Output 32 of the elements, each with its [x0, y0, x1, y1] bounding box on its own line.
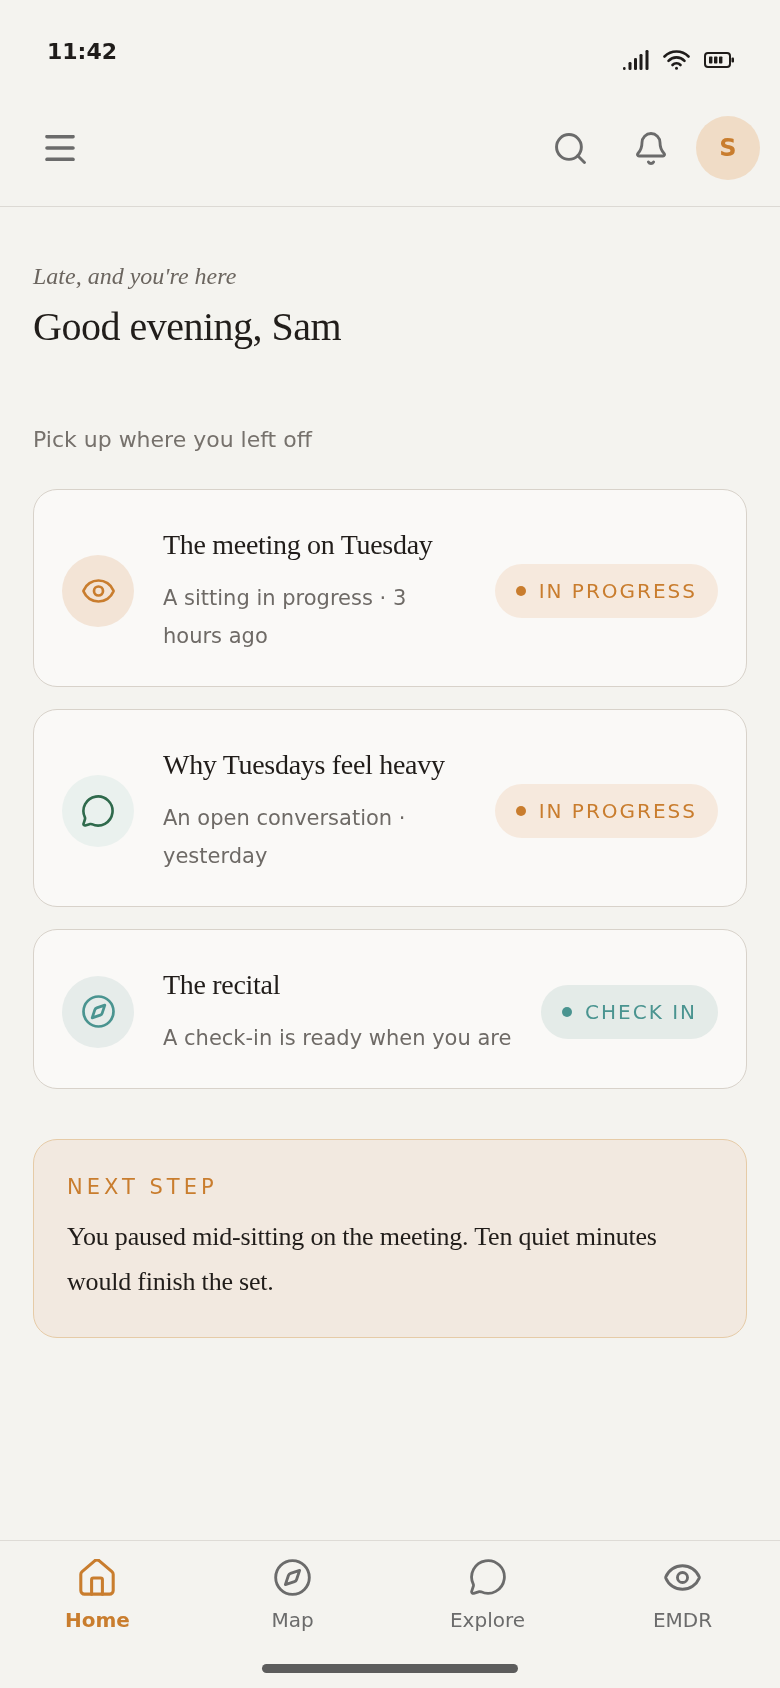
speech-bubble-icon [469, 1559, 506, 1595]
card-title: The recital [163, 968, 282, 1002]
signal-icon [623, 50, 649, 70]
nav-item[interactable]: EMDR [646, 1558, 719, 1633]
status-label: IN PROGRESS [538, 797, 697, 825]
eye-icon [664, 1563, 701, 1591]
resume-card[interactable]: The recital A check-in is ready when you are CHECK IN [33, 929, 747, 1089]
wifi-icon [663, 50, 690, 70]
card-title: Why Tuesdays feel heavy [163, 748, 446, 782]
next-step-label: NEXT STEP [67, 1174, 218, 1201]
status-label: IN PROGRESS [538, 577, 697, 605]
nav-item[interactable]: Home [59, 1558, 136, 1633]
search-icon[interactable] [555, 132, 586, 164]
status-label: CHECK IN [585, 998, 697, 1026]
resume-card[interactable]: Why Tuesdays feel heavy An open conversation · yesterday IN PROGRESS [33, 709, 747, 907]
nav-item[interactable]: Map [265, 1558, 320, 1633]
menu-icon[interactable] [45, 135, 75, 161]
resume-card[interactable]: The meeting on Tuesday A sitting in progress · 3 hours ago IN PROGRESS [33, 489, 747, 687]
battery-icon [704, 52, 734, 68]
section-heading: Pick up where you left off [33, 426, 312, 454]
greeting-kicker: Late, and you're here [33, 262, 237, 291]
card-title: The meeting on Tuesday [163, 528, 434, 562]
status-time: 11:42 [47, 38, 118, 66]
next-step-text: You paused mid-sitting on the meeting. Ten quiet minutes would finish the set. [67, 1221, 658, 1298]
nav-item[interactable]: Explore [443, 1558, 532, 1633]
card-subtitle: An open conversation · yesterday [163, 805, 407, 870]
compass-icon [274, 1558, 311, 1596]
card-subtitle: A sitting in progress · 3 hours ago [163, 585, 408, 650]
card-subtitle: A check-in is ready when you are [163, 1025, 513, 1052]
house-icon [79, 1558, 116, 1596]
bell-icon[interactable] [636, 131, 666, 165]
greeting-title: Good evening, Sam [33, 303, 342, 351]
